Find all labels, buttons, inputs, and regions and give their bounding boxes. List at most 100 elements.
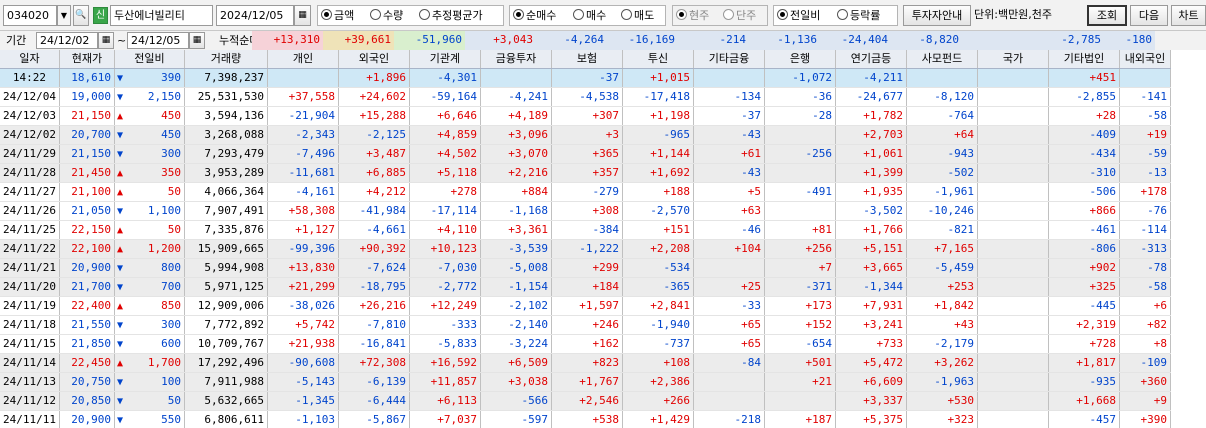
table-row[interactable]: 24/11/15 21,850 ▼ 600 10,709,767 +21,938 -16,8… [0,334,1171,354]
header-nation[interactable]: 국가 [977,50,1049,69]
cell-individual [267,68,339,88]
header-date[interactable]: 일자 [0,50,60,69]
cell-trust: +2,208 [622,239,694,259]
stock-name-field[interactable]: 두산에너빌리티 [110,5,213,26]
header-domestic-foreign[interactable]: 내외국인 [1119,50,1171,69]
cell-pension: +5,375 [835,410,907,428]
header-institution[interactable]: 기관계 [409,50,481,69]
cell-other-corp: +325 [1048,277,1120,297]
table-row[interactable]: 24/11/18 21,550 ▼ 300 7,772,892 +5,742 -7,810-… [0,315,1171,335]
period-to-input[interactable]: 24/12/05 [127,32,189,49]
triangle-down-icon: ▼ [116,338,124,350]
stock-code-input[interactable]: 034020 [3,5,57,26]
cell-individual: -2,343 [267,125,339,145]
cell-other-fin: -43 [693,125,765,145]
header-volume[interactable]: 거래량 [184,50,268,69]
investor-guide-button[interactable]: 투자자안내 [903,5,971,26]
cell-institution: +6,646 [409,106,481,126]
cell-bank: +81 [764,220,836,240]
cell-domestic-foreign: -109 [1119,353,1171,373]
cell-foreign: -18,795 [338,277,410,297]
cell-nation [977,277,1049,297]
table-row[interactable]: 24/11/19 22,400 ▲ 850 12,909,006 -38,026 +26,2… [0,296,1171,316]
table-row[interactable]: 24/11/29 21,150 ▼ 300 7,293,479 -7,496 +3,487 +… [0,144,1171,164]
cell-pension: -1,344 [835,277,907,297]
table-row[interactable]: 24/11/12 20,850 ▼ 50 5,632,665 -1,345 -6,444 +6… [0,391,1171,411]
header-private-fund[interactable]: 사모펀드 [906,50,978,69]
chart-button[interactable]: 차트 [1171,5,1206,26]
radio-avg-price[interactable]: 추정평균가 [419,8,483,23]
cell-institution: +11,857 [409,372,481,392]
radio-net-buy[interactable]: 순매수 [513,8,556,23]
cell-individual: +21,938 [267,334,339,354]
cell-price: 21,450 [59,163,115,183]
header-foreign[interactable]: 외국인 [338,50,410,69]
table-row[interactable]: 24/11/28 21,450 ▲ 350 3,953,289 -11,681 +6,885… [0,163,1171,183]
cell-price: 21,100 [59,182,115,202]
calendar-icon[interactable]: ▦ [294,5,311,26]
cell-fin-invest: -4,241 [480,87,552,107]
header-other-corp[interactable]: 기타법인 [1048,50,1120,69]
cell-volume: 5,632,665 [184,391,268,411]
table-row[interactable]: 24/11/11 20,900 ▼ 550 6,806,611 -1,103 -5,867 +… [0,410,1171,428]
header-other-fin[interactable]: 기타금융 [693,50,765,69]
header-insurance[interactable]: 보험 [551,50,623,69]
cell-change: ▼ 1,100 [114,201,185,221]
table-row[interactable]: 24/11/20 21,700 ▼ 700 5,971,125 +21,299 -18,79… [0,277,1171,297]
date-input[interactable]: 2024/12/05 [216,5,294,26]
cell-pension: +1,399 [835,163,907,183]
cell-insurance: +365 [551,144,623,164]
header-pension[interactable]: 연기금등 [835,50,907,69]
table-row[interactable]: 24/12/04 19,000 ▼ 2,150 25,531,530 +37,558 +24… [0,87,1171,107]
radio-quantity[interactable]: 수량 [370,8,403,23]
cell-price: 20,900 [59,410,115,428]
table-row[interactable]: 24/11/26 21,050 ▼ 1,100 7,907,491 +58,308 -41,… [0,201,1171,221]
radio-prev-day[interactable]: 전일비 [777,8,820,23]
cell-institution: -59,164 [409,87,481,107]
header-trust[interactable]: 투신 [622,50,694,69]
radio-sell[interactable]: 매도 [621,8,654,23]
radio-amount[interactable]: 금액 [321,8,354,23]
cell-other-fin: -37 [693,106,765,126]
cell-other-fin: +61 [693,144,765,164]
cell-private-fund [906,68,978,88]
next-button[interactable]: 다음 [1130,5,1168,26]
cell-change: ▲ 1,700 [114,353,185,373]
table-row[interactable]: 24/11/21 20,900 ▼ 800 5,994,908 +13,830 -7,624… [0,258,1171,278]
header-change[interactable]: 전일비 [114,50,185,69]
cell-volume: 5,971,125 [184,277,268,297]
table-row[interactable]: 14:22 18,610 ▼ 390 7,398,237 +1,896 -4,301 -37 +… [0,68,1171,88]
table-row[interactable]: 24/11/22 22,100 ▲ 1,200 15,909,665 -99,396 +90… [0,239,1171,259]
header-price[interactable]: 현재가 [59,50,115,69]
header-individual[interactable]: 개인 [267,50,339,69]
cell-individual: -1,103 [267,410,339,428]
table-row[interactable]: 24/11/25 22,150 ▲ 50 7,335,876 +1,127 -4,661 +4… [0,220,1171,240]
change-value: 300 [161,146,181,160]
header-fin-invest[interactable]: 금융투자 [480,50,552,69]
cell-change: ▼ 390 [114,68,185,88]
code-dropdown-icon[interactable]: ▼ [57,5,71,26]
period-from-input[interactable]: 24/12/02 [36,32,98,49]
calendar-icon[interactable]: ▦ [189,32,205,49]
query-button[interactable]: 조회 [1087,5,1127,26]
radio-off-icon [370,9,381,20]
radio-change-rate[interactable]: 등락률 [837,8,880,23]
radio-buy[interactable]: 매수 [573,8,606,23]
table-row[interactable]: 24/11/13 20,750 ▼ 100 7,911,988 -5,143 -6,139 +… [0,372,1171,392]
triangle-up-icon: ▲ [116,300,124,312]
search-icon[interactable]: 🔍 [73,5,89,26]
cell-trust: -737 [622,334,694,354]
cell-domestic-foreign: -313 [1119,239,1171,259]
cell-institution: +6,113 [409,391,481,411]
radio-single-shares[interactable]: 단주 [723,8,756,23]
table-row[interactable]: 24/12/03 21,150 ▲ 450 3,594,136 -21,904 +15,28… [0,106,1171,126]
cell-trust: +151 [622,220,694,240]
triangle-down-icon: ▼ [116,205,124,217]
table-row[interactable]: 24/12/02 20,700 ▼ 450 3,268,088 -2,343 -2,125 +… [0,125,1171,145]
table-row[interactable]: 24/11/27 21,100 ▲ 50 4,066,364 -4,161 +4,212 +2… [0,182,1171,202]
market-badge: 신 [93,7,108,24]
table-row[interactable]: 24/11/14 22,450 ▲ 1,700 17,292,496 -90,608 +72… [0,353,1171,373]
header-bank[interactable]: 은행 [764,50,836,69]
radio-thousand-shares[interactable]: 현주 [676,8,709,23]
calendar-icon[interactable]: ▦ [98,32,114,49]
